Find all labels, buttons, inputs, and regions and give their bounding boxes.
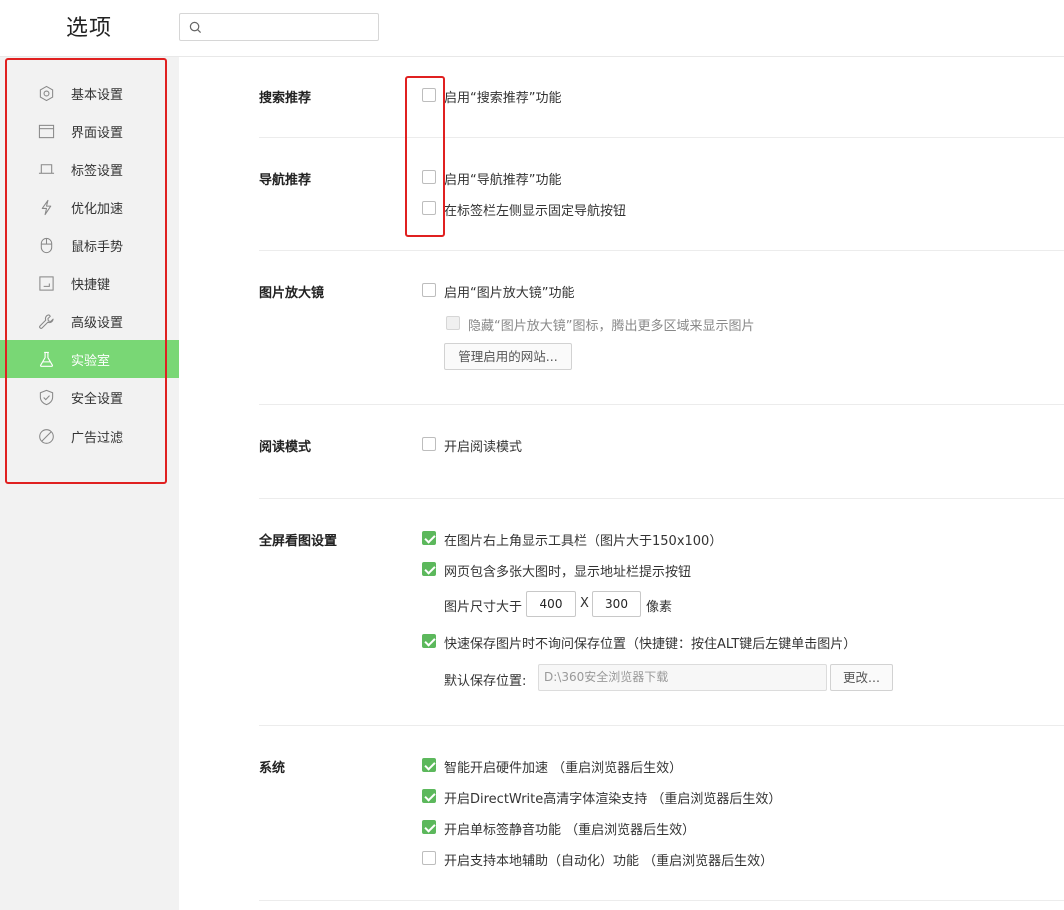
section-title-reading-mode: 阅读模式 [259, 440, 312, 455]
search-recommend-label: 启用“搜索推荐”功能 [444, 91, 562, 106]
page-title: 选项 [66, 16, 113, 41]
nav-recommend-checkbox[interactable] [422, 170, 436, 184]
sidebar-item-label: 基本设置 [71, 88, 124, 103]
sidebar-item-shortcuts[interactable]: 快捷键 [0, 264, 179, 302]
sidebar-item-label: 高级设置 [71, 316, 124, 331]
sidebar-item-label: 实验室 [71, 354, 111, 369]
address-bar-hint-checkbox[interactable] [422, 562, 436, 576]
flask-icon [39, 351, 54, 367]
sidebar-item-tabs[interactable]: 标签设置 [0, 150, 179, 188]
section-title-system: 系统 [259, 761, 286, 776]
sidebar-item-label: 快捷键 [71, 278, 111, 293]
sidebar-item-optimize[interactable]: 优化加速 [0, 188, 179, 226]
image-toolbar-label: 在图片右上角显示工具栏（图片大于150x100） [444, 534, 723, 549]
fixed-nav-button-label: 在标签栏左侧显示固定导航按钮 [444, 204, 627, 219]
divider [259, 725, 1064, 726]
times-label: X [580, 596, 589, 611]
search-box[interactable] [179, 13, 379, 41]
divider [259, 404, 1064, 405]
gear-icon [39, 85, 54, 102]
window-icon [38, 124, 55, 139]
default-save-location-label: 默认保存位置: [444, 674, 527, 689]
fixed-nav-button-checkbox[interactable] [422, 201, 436, 215]
search-icon [189, 21, 202, 34]
directwrite-checkbox[interactable] [422, 789, 436, 803]
sidebar-item-basic[interactable]: 基本设置 [0, 74, 179, 112]
mouse-icon [40, 237, 53, 254]
nav-recommend-label: 启用“导航推荐”功能 [444, 173, 562, 188]
magnifier-checkbox[interactable] [422, 283, 436, 297]
magnifier-label: 启用“图片放大镜”功能 [444, 286, 575, 301]
search-recommend-checkbox[interactable] [422, 88, 436, 102]
sidebar-item-label: 安全设置 [71, 392, 124, 407]
image-width-input[interactable]: 400 [526, 591, 576, 617]
sidebar-item-lab[interactable]: 实验室 [0, 340, 179, 378]
sidebar-item-interface[interactable]: 界面设置 [0, 112, 179, 150]
directwrite-label: 开启DirectWrite高清字体渲染支持 （重启浏览器后生效） [444, 792, 782, 807]
divider [259, 137, 1064, 138]
sidebar-item-security[interactable]: 安全设置 [0, 378, 179, 416]
quick-save-checkbox[interactable] [422, 634, 436, 648]
divider [259, 900, 1064, 901]
section-title-nav-recommend: 导航推荐 [259, 173, 312, 188]
sidebar-item-label: 标签设置 [71, 164, 124, 179]
sidebar-item-gestures[interactable]: 鼠标手势 [0, 226, 179, 264]
divider [259, 498, 1064, 499]
image-size-label: 图片尺寸大于 [444, 600, 523, 615]
hardware-accel-checkbox[interactable] [422, 758, 436, 772]
search-input[interactable] [208, 18, 372, 36]
divider [259, 250, 1064, 251]
sidebar-item-label: 广告过滤 [71, 431, 124, 446]
section-title-search-recommend: 搜索推荐 [259, 91, 312, 106]
manage-sites-button[interactable]: 管理启用的网站... [444, 343, 572, 370]
sidebar-item-adblock[interactable]: 广告过滤 [0, 417, 179, 455]
tab-mute-label: 开启单标签静音功能 （重启浏览器后生效） [444, 823, 696, 838]
hide-magnifier-icon-label: 隐藏“图片放大镜”图标，腾出更多区域来显示图片 [468, 319, 755, 334]
change-path-button[interactable]: 更改... [830, 664, 893, 691]
shield-icon [39, 389, 54, 406]
sidebar-item-label: 鼠标手势 [71, 240, 124, 255]
section-title-magnifier: 图片放大镜 [259, 286, 325, 301]
local-assist-label: 开启支持本地辅助（自动化）功能 （重启浏览器后生效） [444, 854, 774, 869]
lightning-icon [41, 199, 52, 216]
image-toolbar-checkbox[interactable] [422, 531, 436, 545]
hardware-accel-label: 智能开启硬件加速 （重启浏览器后生效） [444, 761, 683, 776]
header: 选项 [0, 0, 1064, 57]
local-assist-checkbox[interactable] [422, 851, 436, 865]
image-height-input[interactable]: 300 [592, 591, 641, 617]
reading-mode-checkbox[interactable] [422, 437, 436, 451]
reading-mode-label: 开启阅读模式 [444, 440, 523, 455]
tab-icon [38, 164, 55, 174]
tab-mute-checkbox[interactable] [422, 820, 436, 834]
wrench-icon [39, 314, 54, 329]
block-icon [39, 429, 54, 444]
sidebar-item-advanced[interactable]: 高级设置 [0, 302, 179, 340]
sidebar-item-label: 界面设置 [71, 126, 124, 141]
section-title-fullscreen-image: 全屏看图设置 [259, 534, 338, 549]
address-bar-hint-label: 网页包含多张大图时，显示地址栏提示按钮 [444, 565, 692, 580]
hide-magnifier-icon-checkbox[interactable] [446, 316, 460, 330]
sidebar-item-label: 优化加速 [71, 202, 124, 217]
sidebar: 基本设置 界面设置 标签设置 优化加速 鼠标手势 快捷键 高级设置 实验室 安全… [0, 57, 179, 910]
keyboard-icon [39, 276, 54, 291]
pixel-unit-label: 像素 [646, 600, 673, 615]
save-path-field[interactable]: D:\360安全浏览器下载 [538, 664, 827, 691]
quick-save-label: 快速保存图片时不询问保存位置（快捷键：按住ALT键后左键单击图片） [444, 637, 857, 652]
